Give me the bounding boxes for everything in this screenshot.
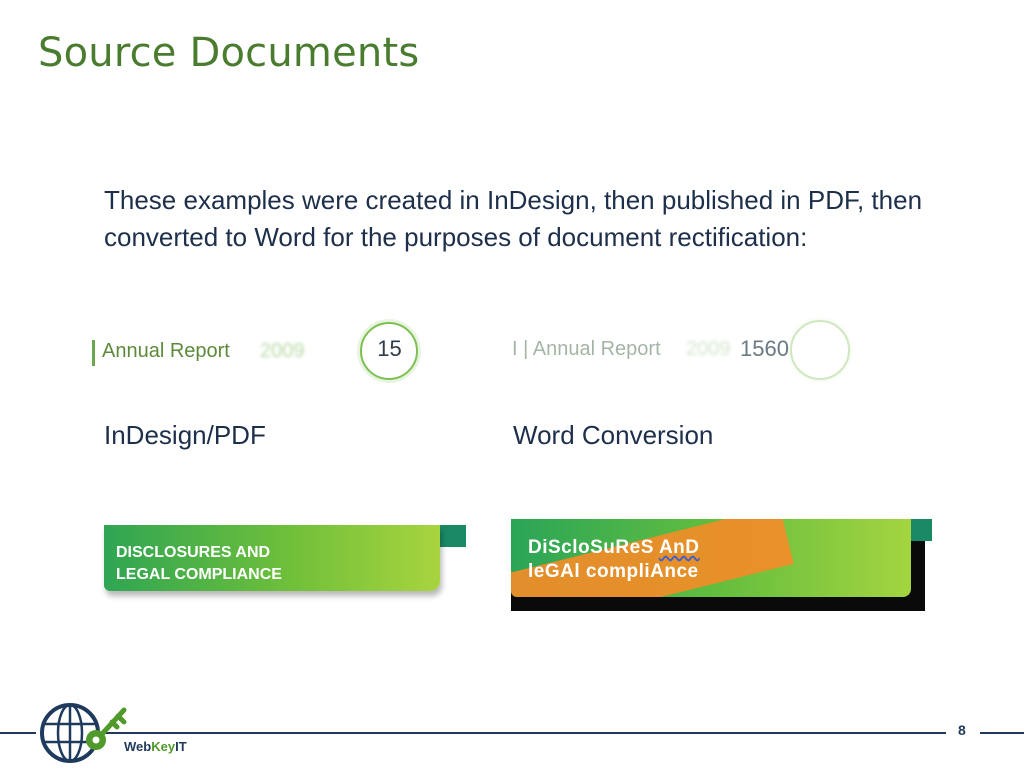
annual-report-label: Annual Report — [102, 340, 230, 362]
slide-body-text: These examples were created in InDesign,… — [104, 185, 923, 252]
word-banner-sample: DiScloSuReS AnD leGAl compliAnce — [508, 519, 932, 611]
banner-teal-tab — [436, 525, 466, 547]
banner-line-1: DiScloSuReS AnD — [528, 536, 700, 560]
header-page-number: 1560 — [740, 336, 789, 361]
caption-indesign-pdf: InDesign/PDF — [104, 420, 266, 450]
page-number-ring — [790, 320, 850, 380]
header-page-number: 15 — [377, 336, 402, 361]
brand-name: WebKeyIT — [124, 739, 187, 754]
header-accent-bar — [92, 340, 95, 366]
annual-report-year: 2009 — [686, 338, 731, 360]
banner-line-1-text: DiScloSuReS — [528, 537, 659, 558]
banner-text: DiScloSuReS AnD leGAl compliAnce — [528, 536, 700, 584]
banner-text: DISCLOSURES AND LEGAL COMPLIANCE — [116, 542, 282, 586]
webkeyit-logo-icon — [40, 703, 127, 763]
word-header-sample: I | Annual Report 2009 1560 — [508, 318, 858, 390]
banner-line-2: leGAl compliAnce — [528, 561, 699, 582]
annual-report-year: 2009 — [260, 340, 305, 362]
indesign-banner-sample: DISCLOSURES AND LEGAL COMPLIANCE — [104, 525, 466, 597]
footer-rule-left — [0, 732, 36, 734]
banner-line-1: DISCLOSURES AND — [116, 544, 271, 561]
banner-teal-tab — [908, 519, 932, 541]
page-number: 8 — [958, 722, 966, 738]
slide-title: Source Documents — [38, 30, 420, 76]
brand-web: Web — [124, 739, 152, 754]
caption-word-conversion: Word Conversion — [513, 420, 714, 450]
annual-report-label: I | Annual Report — [512, 338, 661, 360]
brand-key: Key — [151, 739, 176, 754]
spellcheck-underlined-word: AnD — [658, 537, 700, 558]
brand-it: IT — [175, 739, 187, 754]
banner-line-2: LEGAL COMPLIANCE — [116, 566, 282, 583]
footer-rule-right — [980, 732, 1024, 734]
footer-rule-middle — [100, 732, 946, 734]
indesign-header-sample: Annual Report 2009 15 — [92, 316, 422, 388]
